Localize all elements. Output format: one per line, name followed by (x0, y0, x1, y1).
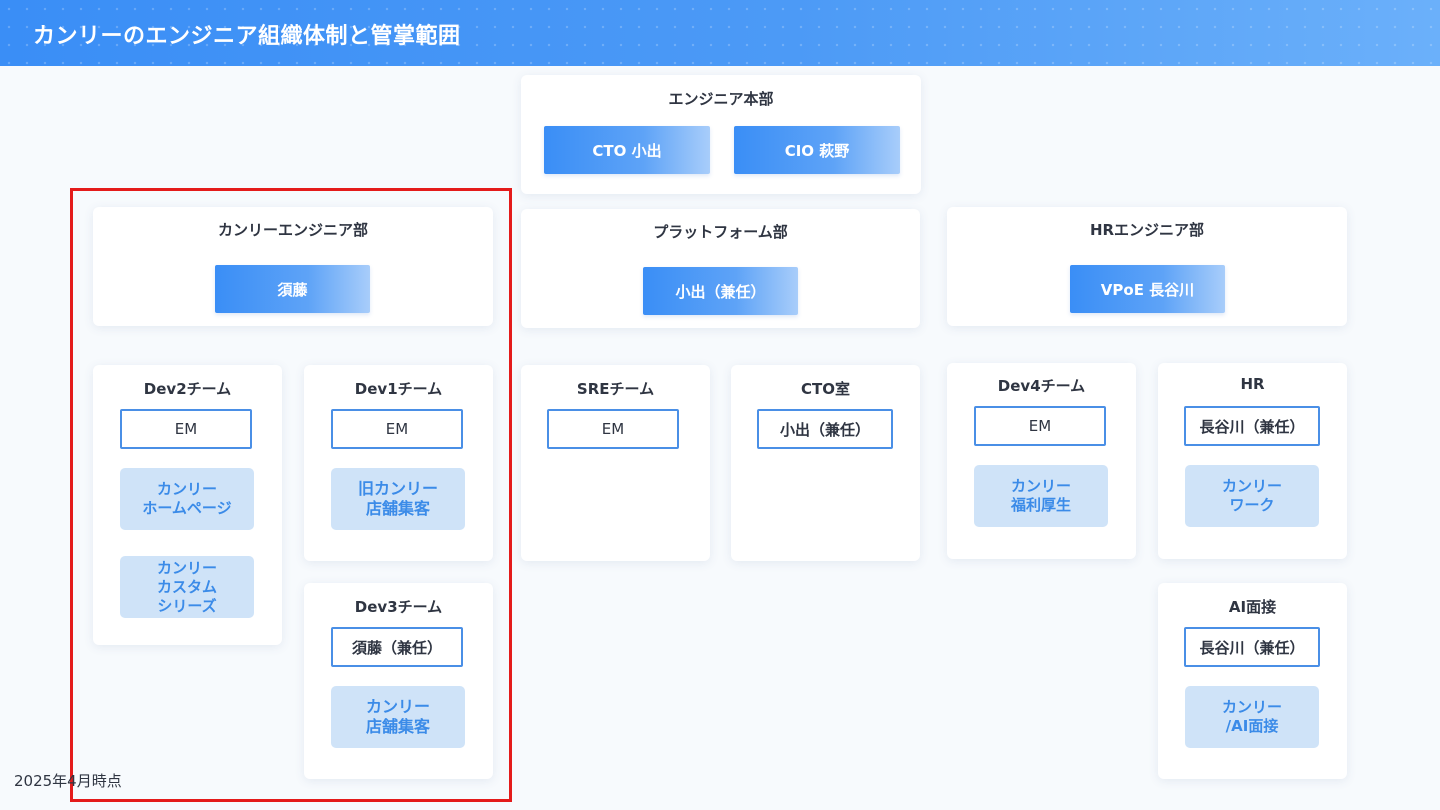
header-banner: カンリーのエンジニア組織体制と管掌範囲 (0, 0, 1440, 66)
team-ai-manager: 長谷川（兼任） (1184, 627, 1320, 667)
platform-dept-card: プラットフォーム部 小出（兼任） (521, 209, 920, 328)
service-label: カンリー 福利厚生 (1010, 477, 1071, 514)
service-dev2-homepage: カンリー ホームページ (120, 468, 254, 530)
service-dev3-store: カンリー 店舗集客 (331, 686, 465, 748)
service-hr-work: カンリー ワーク (1185, 465, 1319, 527)
cto-box: CTO 小出 (544, 126, 710, 174)
team-sre-manager: EM (547, 409, 679, 449)
team-dev4-title: Dev4チーム (997, 377, 1086, 395)
team-cto-office-card: CTO室 小出（兼任） (731, 365, 920, 561)
team-dev3-card: Dev3チーム 須藤（兼任） カンリー 店舗集客 (304, 583, 493, 779)
service-label: カンリー ホームページ (142, 480, 232, 517)
team-dev3-manager: 須藤（兼任） (331, 627, 463, 667)
hr-eng-dept-title: HRエンジニア部 (1089, 221, 1205, 239)
service-label: 旧カンリー 店舗集客 (357, 479, 438, 518)
cio-box: CIO 萩野 (734, 126, 900, 174)
team-dev3-title: Dev3チーム (354, 598, 443, 616)
service-label: カンリー カスタム シリーズ (156, 558, 217, 615)
service-ai-interview: カンリー /AI面接 (1185, 686, 1319, 748)
team-hr-card: HR 長谷川（兼任） カンリー ワーク (1158, 363, 1347, 559)
team-dev1-card: Dev1チーム EM 旧カンリー 店舗集客 (304, 365, 493, 561)
platform-dept-title: プラットフォーム部 (653, 223, 788, 241)
kanry-dept-card: カンリーエンジニア部 須藤 (93, 207, 493, 326)
hq-card: エンジニア本部 CTO 小出 CIO 萩野 (521, 75, 921, 194)
team-hr-manager: 長谷川（兼任） (1184, 406, 1320, 446)
service-dev4-welfare: カンリー 福利厚生 (974, 465, 1108, 527)
team-dev2-title: Dev2チーム (143, 380, 232, 398)
platform-dept-lead: 小出（兼任） (643, 267, 798, 315)
team-hr-title: HR (1240, 375, 1265, 393)
team-sre-title: SREチーム (576, 380, 655, 398)
team-ai-title: AI面接 (1228, 598, 1277, 616)
service-label: カンリー /AI面接 (1221, 698, 1282, 735)
team-dev2-card: Dev2チーム EM カンリー ホームページ カンリー カスタム シリーズ (93, 365, 282, 645)
team-cto-office-manager: 小出（兼任） (757, 409, 893, 449)
hr-eng-dept-card: HRエンジニア部 VPoE 長谷川 (947, 207, 1347, 326)
hq-title: エンジニア本部 (668, 90, 774, 108)
team-cto-office-title: CTO室 (801, 380, 850, 398)
kanry-dept-title: カンリーエンジニア部 (217, 221, 368, 239)
team-ai-card: AI面接 長谷川（兼任） カンリー /AI面接 (1158, 583, 1347, 779)
service-label: カンリー ワーク (1221, 477, 1282, 514)
team-dev4-card: Dev4チーム EM カンリー 福利厚生 (947, 363, 1136, 559)
service-dev1-old-store: 旧カンリー 店舗集客 (331, 468, 465, 530)
team-dev2-manager: EM (120, 409, 252, 449)
page-title: カンリーのエンジニア組織体制と管掌範囲 (33, 24, 461, 49)
service-label: カンリー 店舗集客 (365, 697, 430, 736)
hr-eng-dept-lead: VPoE 長谷川 (1070, 265, 1225, 313)
team-sre-card: SREチーム EM (521, 365, 710, 561)
team-dev4-manager: EM (974, 406, 1106, 446)
team-dev1-title: Dev1チーム (354, 380, 443, 398)
team-dev1-manager: EM (331, 409, 463, 449)
as-of-date: 2025年4月時点 (14, 772, 122, 790)
kanry-dept-lead: 須藤 (215, 265, 370, 313)
service-dev2-custom-series: カンリー カスタム シリーズ (120, 556, 254, 618)
